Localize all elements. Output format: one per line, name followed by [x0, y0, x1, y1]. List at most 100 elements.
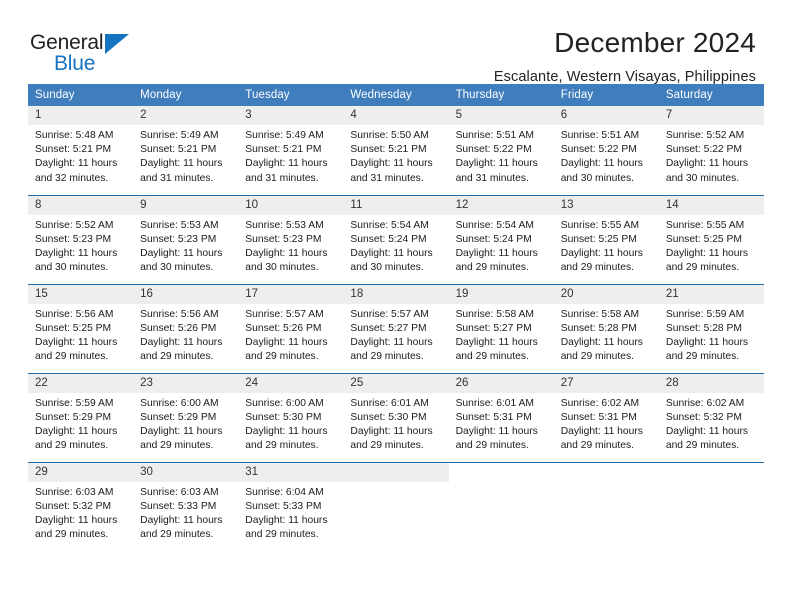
calendar-day-cell[interactable]: 18 Sunrise: 5:57 AM Sunset: 5:27 PM Dayligh…	[343, 283, 449, 373]
day-info: Sunrise: 5:57 AM Sunset: 5:27 PM Daylight:…	[343, 304, 448, 365]
calendar-day-cell[interactable]: 1 Sunrise: 5:48 AM Sunset: 5:21 PM Daylight…	[28, 106, 134, 195]
calendar-day-cell[interactable]: 2 Sunrise: 5:49 AM Sunset: 5:21 PM Daylight…	[133, 106, 239, 195]
calendar-day-cell[interactable]: 30 Sunrise: 6:03 AM Sunset: 5:33 PM Dayligh…	[133, 461, 239, 552]
day-number	[448, 462, 554, 482]
daylight-text: Daylight: 11 hours and 29 minutes.	[560, 336, 643, 363]
calendar-day-cell[interactable]	[343, 461, 449, 552]
sunset-text: Sunset: 5:28 PM	[560, 322, 637, 334]
day-number: 13	[553, 195, 659, 215]
day-cell-content: 26 Sunrise: 6:01 AM Sunset: 5:31 PM Dayligh…	[448, 373, 554, 462]
calendar-day-cell[interactable]: 8 Sunrise: 5:52 AM Sunset: 5:23 PM Daylight…	[28, 194, 134, 284]
calendar-day-cell[interactable]: 14 Sunrise: 5:55 AM Sunset: 5:25 PM Dayligh…	[658, 194, 764, 284]
day-number: 21	[658, 284, 764, 304]
day-info: Sunrise: 5:52 AM Sunset: 5:22 PM Daylight:…	[659, 125, 764, 186]
page-title: December 2024	[554, 27, 756, 58]
sunrise-text: Sunrise: 5:53 AM	[245, 219, 324, 231]
calendar-day-cell[interactable]: 11 Sunrise: 5:54 AM Sunset: 5:24 PM Dayligh…	[343, 194, 449, 284]
calendar-body: 1 Sunrise: 5:48 AM Sunset: 5:21 PM Daylight…	[28, 106, 764, 551]
calendar-day-cell[interactable]: 13 Sunrise: 5:55 AM Sunset: 5:25 PM Dayligh…	[553, 194, 659, 284]
sunset-text: Sunset: 5:33 PM	[245, 500, 322, 512]
day-cell-content: 30 Sunrise: 6:03 AM Sunset: 5:33 PM Dayligh…	[133, 462, 239, 552]
day-info: Sunrise: 5:48 AM Sunset: 5:21 PM Daylight:…	[28, 125, 133, 186]
calendar-day-cell[interactable]: 9 Sunrise: 5:53 AM Sunset: 5:23 PM Daylight…	[133, 194, 239, 284]
day-info: Sunrise: 6:01 AM Sunset: 5:31 PM Daylight:…	[449, 393, 554, 454]
sunrise-text: Sunrise: 6:04 AM	[245, 486, 324, 498]
calendar-day-cell[interactable]: 16 Sunrise: 5:56 AM Sunset: 5:26 PM Dayligh…	[133, 283, 239, 373]
day-cell-content: 15 Sunrise: 5:56 AM Sunset: 5:25 PM Dayligh…	[28, 284, 134, 373]
calendar-day-cell[interactable]: 10 Sunrise: 5:53 AM Sunset: 5:23 PM Dayligh…	[238, 194, 344, 284]
day-info: Sunrise: 5:55 AM Sunset: 5:25 PM Daylight:…	[554, 215, 659, 276]
brand-name-bottom: Blue	[54, 52, 96, 75]
day-cell-content: 10 Sunrise: 5:53 AM Sunset: 5:23 PM Dayligh…	[238, 195, 344, 284]
day-cell-content: 2 Sunrise: 5:49 AM Sunset: 5:21 PM Daylight…	[133, 106, 239, 195]
calendar-day-cell[interactable]: 24 Sunrise: 6:00 AM Sunset: 5:30 PM Dayligh…	[238, 372, 344, 462]
day-cell-content: 16 Sunrise: 5:56 AM Sunset: 5:26 PM Dayligh…	[133, 284, 239, 373]
day-number: 11	[343, 195, 449, 215]
sunset-text: Sunset: 5:24 PM	[350, 233, 427, 245]
daylight-text: Daylight: 11 hours and 31 minutes.	[245, 158, 328, 184]
brand-logo[interactable]: General Blue	[30, 26, 150, 74]
calendar-day-cell[interactable]: 21 Sunrise: 5:59 AM Sunset: 5:28 PM Dayligh…	[658, 283, 764, 373]
day-number	[658, 462, 764, 482]
calendar-day-cell[interactable]: 26 Sunrise: 6:01 AM Sunset: 5:31 PM Dayligh…	[448, 372, 554, 462]
calendar-week-row: 15 Sunrise: 5:56 AM Sunset: 5:25 PM Dayligh…	[28, 283, 764, 373]
daylight-text: Daylight: 11 hours and 29 minutes.	[560, 425, 643, 452]
calendar-week-row: 22 Sunrise: 5:59 AM Sunset: 5:29 PM Dayligh…	[28, 372, 764, 462]
daylight-text: Daylight: 11 hours and 29 minutes.	[455, 425, 538, 452]
calendar-day-cell[interactable]: 31 Sunrise: 6:04 AM Sunset: 5:33 PM Dayligh…	[238, 461, 344, 551]
calendar-day-cell[interactable]: 6 Sunrise: 5:51 AM Sunset: 5:22 PM Daylight…	[553, 106, 659, 195]
calendar-day-cell[interactable]: 12 Sunrise: 5:54 AM Sunset: 5:24 PM Dayligh…	[448, 194, 554, 284]
day-number: 5	[448, 106, 554, 125]
day-number: 17	[238, 284, 344, 304]
day-cell-content: 3 Sunrise: 5:49 AM Sunset: 5:21 PM Daylight…	[238, 106, 344, 195]
calendar-day-cell[interactable]	[553, 461, 659, 551]
sunrise-text: Sunrise: 5:50 AM	[350, 130, 429, 141]
sunrise-text: Sunrise: 5:55 AM	[665, 219, 745, 231]
day-cell-content	[343, 462, 449, 552]
sunset-text: Sunset: 5:27 PM	[455, 322, 532, 334]
day-cell-content: 7 Sunrise: 5:52 AM Sunset: 5:22 PM Daylight…	[658, 106, 764, 195]
title-block: December 2024 Escalante, Western Visayas…	[494, 26, 756, 88]
sunrise-text: Sunrise: 5:52 AM	[665, 130, 745, 141]
day-number: 9	[133, 195, 239, 215]
calendar-week-row: 8 Sunrise: 5:52 AM Sunset: 5:23 PM Daylight…	[28, 194, 764, 284]
day-info: Sunrise: 5:55 AM Sunset: 5:25 PM Daylight:…	[659, 215, 764, 276]
day-number: 23	[133, 373, 239, 393]
day-number: 8	[28, 195, 134, 215]
calendar-day-cell[interactable]: 5 Sunrise: 5:51 AM Sunset: 5:22 PM Daylight…	[448, 106, 554, 195]
calendar-day-cell[interactable]	[448, 461, 554, 551]
sunset-text: Sunset: 5:25 PM	[35, 322, 112, 334]
sunset-text: Sunset: 5:21 PM	[350, 144, 427, 156]
calendar-day-cell[interactable]: 15 Sunrise: 5:56 AM Sunset: 5:25 PM Dayligh…	[28, 283, 134, 373]
calendar-day-cell[interactable]: 3 Sunrise: 5:49 AM Sunset: 5:21 PM Daylight…	[238, 106, 344, 195]
calendar-day-cell[interactable]: 25 Sunrise: 6:01 AM Sunset: 5:30 PM Dayligh…	[343, 372, 449, 462]
calendar-day-cell[interactable]: 7 Sunrise: 5:52 AM Sunset: 5:22 PM Daylight…	[658, 106, 764, 195]
sunset-text: Sunset: 5:28 PM	[665, 322, 742, 334]
calendar-day-cell[interactable]: 19 Sunrise: 5:58 AM Sunset: 5:27 PM Dayligh…	[448, 283, 554, 373]
weekday-header-tuesday: Tuesday	[238, 84, 344, 106]
daylight-text: Daylight: 11 hours and 29 minutes.	[35, 425, 118, 452]
calendar-day-cell[interactable]: 29 Sunrise: 6:03 AM Sunset: 5:32 PM Dayligh…	[28, 461, 134, 551]
sunrise-text: Sunrise: 5:57 AM	[350, 308, 429, 320]
calendar-day-cell[interactable]	[658, 461, 764, 551]
calendar-day-cell[interactable]: 27 Sunrise: 6:02 AM Sunset: 5:31 PM Dayligh…	[553, 372, 659, 462]
sunset-text: Sunset: 5:25 PM	[665, 233, 742, 245]
sunset-text: Sunset: 5:22 PM	[560, 144, 637, 156]
day-info: Sunrise: 5:54 AM Sunset: 5:24 PM Daylight:…	[343, 215, 448, 276]
calendar-day-cell[interactable]: 20 Sunrise: 5:58 AM Sunset: 5:28 PM Dayligh…	[553, 283, 659, 373]
daylight-text: Daylight: 11 hours and 29 minutes.	[665, 425, 749, 452]
day-number: 19	[448, 284, 554, 304]
calendar-day-cell[interactable]: 17 Sunrise: 5:57 AM Sunset: 5:26 PM Dayligh…	[238, 283, 344, 373]
sunrise-text: Sunrise: 5:55 AM	[560, 219, 640, 231]
day-info: Sunrise: 5:52 AM Sunset: 5:23 PM Daylight:…	[28, 215, 133, 276]
calendar-day-cell[interactable]: 22 Sunrise: 5:59 AM Sunset: 5:29 PM Dayligh…	[28, 372, 134, 462]
day-cell-content: 11 Sunrise: 5:54 AM Sunset: 5:24 PM Dayligh…	[343, 195, 449, 284]
calendar-day-cell[interactable]: 4 Sunrise: 5:50 AM Sunset: 5:21 PM Daylight…	[343, 106, 449, 195]
calendar-day-cell[interactable]: 28 Sunrise: 6:02 AM Sunset: 5:32 PM Dayligh…	[658, 372, 764, 462]
day-info: Sunrise: 5:57 AM Sunset: 5:26 PM Daylight:…	[238, 304, 343, 365]
daylight-text: Daylight: 11 hours and 29 minutes.	[350, 336, 433, 363]
calendar-day-cell[interactable]: 23 Sunrise: 6:00 AM Sunset: 5:29 PM Dayligh…	[133, 372, 239, 462]
sunrise-text: Sunrise: 5:49 AM	[140, 130, 219, 141]
day-number: 18	[343, 284, 449, 304]
sunrise-text: Sunrise: 5:49 AM	[245, 130, 324, 141]
